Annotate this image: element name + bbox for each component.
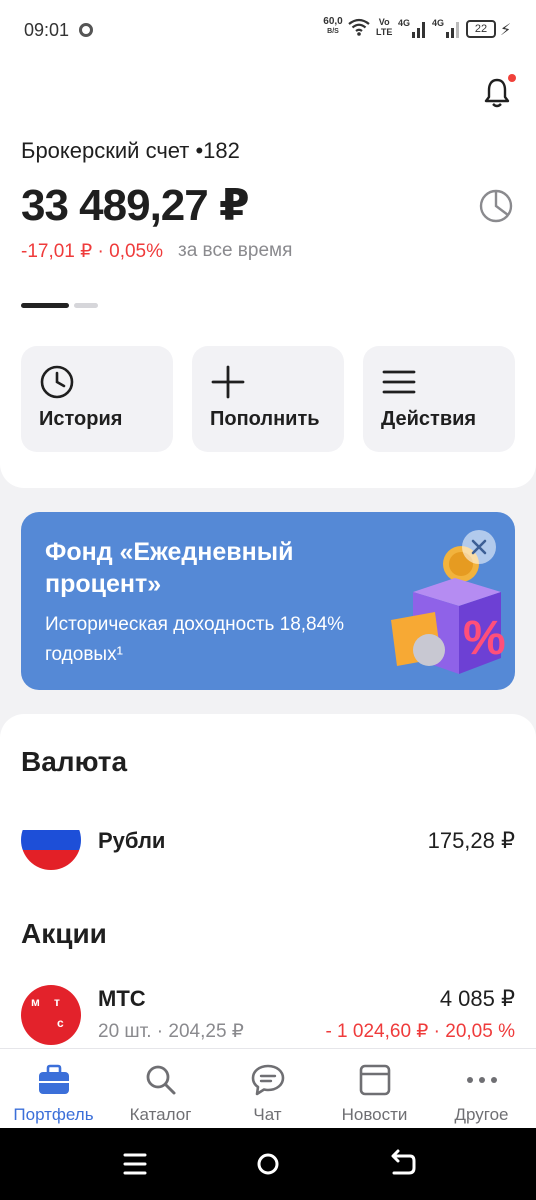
notification-dot-icon [79,23,93,37]
back-icon[interactable] [384,1146,420,1182]
currency-name[interactable]: Рубли [98,828,165,854]
mts-logo-letter: м [31,995,40,1009]
signal-label: 4G [432,18,444,28]
volte-indicator: Vo LTE [376,17,392,37]
russia-flag-icon [21,810,81,870]
promo-subtitle: Историческая доходность 18,84% годовых¹ [45,614,345,665]
wifi-icon [348,18,370,36]
stock-quantity: 20 шт. · 204,25 ₽ [98,1021,244,1042]
promo-banner[interactable]: Фонд «Ежедневный процент» Историческая д… [21,512,515,690]
tab-news[interactable]: Новости [321,1049,428,1129]
signal-icon: 4G [432,18,459,38]
actions-label: Действия [381,408,477,430]
mts-logo-icon: м т с [21,985,81,1045]
mts-logo-letter: с [57,1016,64,1030]
pie-chart-icon[interactable] [478,188,514,224]
section-title-currency: Валюта [21,746,128,777]
tab-label: Новости [341,1105,408,1124]
top-up-button[interactable]: Пополнить [192,346,344,452]
status-time: 09:01 [24,20,70,40]
tab-catalog[interactable]: Каталог [107,1049,214,1129]
status-bar: 09:01 60,0 B/S Vo LTE 4G 4G 22 ⚡ [0,0,536,60]
bell-icon[interactable] [482,76,512,110]
actions-button[interactable]: Действия [363,346,515,452]
pager-indicator-active [21,303,69,308]
signal-label: 4G [398,18,410,28]
account-name[interactable]: Брокерский счет •182 [21,138,240,164]
tab-chat[interactable]: Чат [214,1049,321,1129]
menu-icon [382,370,416,394]
promo-art-symbol: % [463,612,506,665]
tab-portfolio[interactable]: Портфель [0,1049,107,1129]
close-icon [471,539,487,555]
plus-icon [211,365,245,399]
currency-value: 175,28 ₽ [427,828,515,853]
home-icon[interactable] [250,1146,286,1182]
bottom-tab-bar: Портфель Каталог Чат Новости Другое [0,1048,536,1128]
stock-change: - 1 024,60 ₽ · 20,05 % [325,1021,515,1042]
account-change: -17,01 ₽ · 0,05% [21,241,163,262]
charging-icon: ⚡ [500,22,512,39]
tab-label: Каталог [129,1105,192,1124]
chat-icon [251,1064,285,1096]
account-total: 33 489,27 ₽ [21,181,250,230]
history-button[interactable]: История [21,346,173,452]
search-icon [146,1065,176,1095]
section-title-stocks: Акции [21,918,107,949]
volte-bottom: LTE [376,27,393,37]
news-icon [359,1064,391,1096]
more-icon [467,1077,497,1083]
history-label: История [39,408,123,430]
signal-icon: 4G [398,18,425,38]
tab-label: Портфель [13,1105,94,1124]
top-up-label: Пополнить [210,408,320,430]
account-period: за все время [178,240,293,261]
mts-logo-letter: т [54,995,60,1009]
stock-value: 4 085 ₽ [439,986,515,1011]
recent-apps-icon[interactable] [117,1146,153,1182]
network-speed-value: 60,0 [323,16,343,27]
pager-indicator [74,303,98,308]
promo-close-button[interactable] [462,530,496,564]
system-nav-bar [0,1128,536,1200]
network-speed: 60,0 B/S [322,17,344,37]
volte-top: Vo [378,17,390,27]
network-speed-unit: B/S [327,28,339,35]
briefcase-icon [39,1064,69,1094]
notification-badge [508,74,516,82]
clock-icon [40,365,74,399]
tab-other[interactable]: Другое [428,1049,535,1129]
tab-label: Другое [454,1105,509,1124]
tab-label: Чат [253,1105,282,1124]
battery-icon: 22 [466,20,496,38]
stock-name[interactable]: МТС [98,986,146,1012]
promo-title: Фонд «Ежедневный процент» [45,538,294,598]
